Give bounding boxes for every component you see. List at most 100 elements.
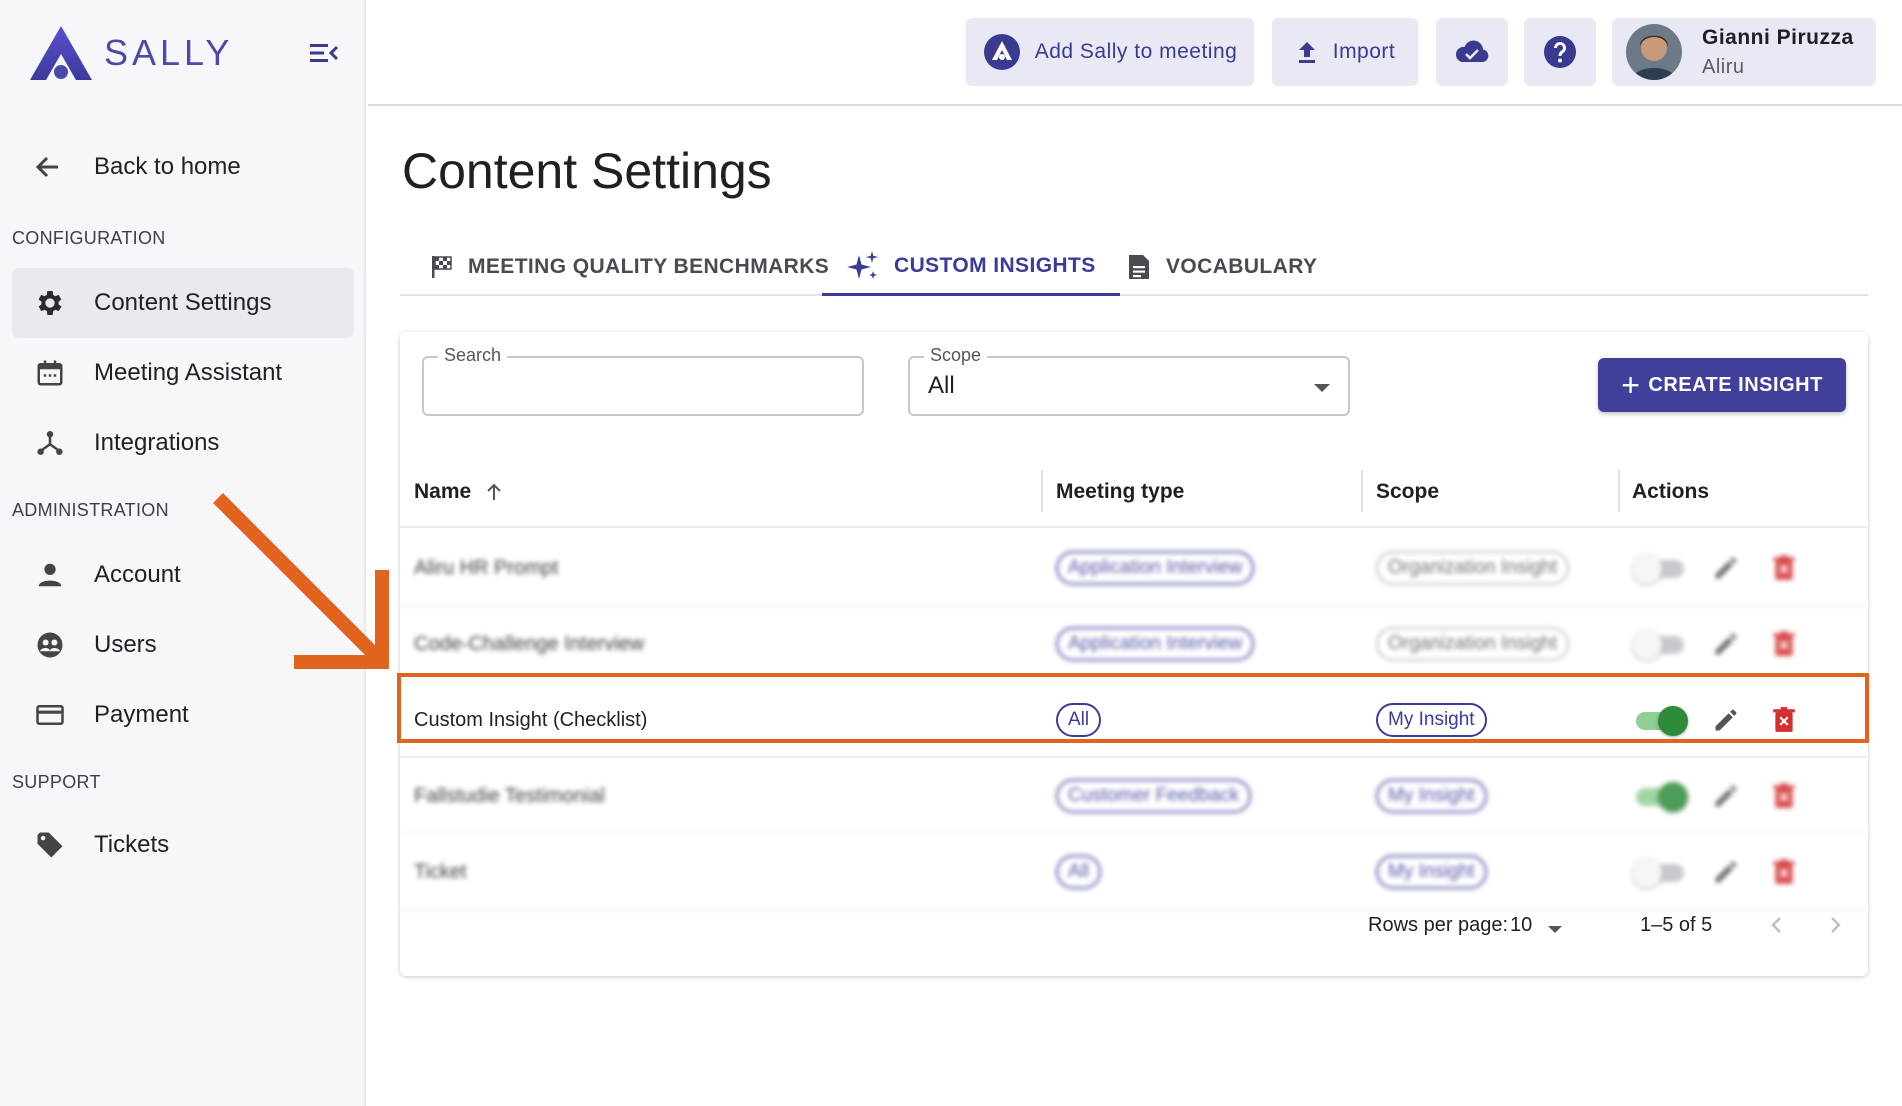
tab-label: CUSTOM INSIGHTS xyxy=(894,253,1096,277)
column-header-name[interactable]: Name xyxy=(414,456,505,528)
sidebar-item-content-settings[interactable]: Content Settings xyxy=(12,268,354,338)
create-insight-label: CREATE INSIGHT xyxy=(1648,373,1823,396)
previous-page-icon[interactable] xyxy=(1764,912,1790,943)
menu-collapse-icon xyxy=(310,44,339,62)
brand-logo[interactable]: SALLY xyxy=(28,24,233,82)
tag-icon xyxy=(32,827,68,863)
scope-chip: Organization Insight xyxy=(1376,627,1569,661)
insight-name: Code-Challenge Interview xyxy=(414,632,645,655)
pagination: Rows per page: 10 1–5 of 5 xyxy=(400,892,1868,958)
section-configuration: CONFIGURATION xyxy=(12,228,166,248)
avatar xyxy=(1626,24,1682,80)
delete-icon[interactable] xyxy=(1768,628,1800,660)
insight-name: Custom Insight (Checklist) xyxy=(414,708,648,731)
sidebar-item-meeting-assistant[interactable]: Meeting Assistant xyxy=(12,338,354,408)
insights-card: Search Scope All + CREATE INSIGHT Name M… xyxy=(400,332,1868,976)
tab-vocabulary[interactable]: VOCABULARY xyxy=(1126,238,1317,296)
pagination-range: 1–5 of 5 xyxy=(1640,914,1713,936)
add-sally-label: Add Sally to meeting xyxy=(1034,40,1238,63)
create-insight-button[interactable]: + CREATE INSIGHT xyxy=(1598,358,1846,412)
enable-toggle[interactable] xyxy=(1632,780,1688,812)
scope-chip: My Insight xyxy=(1376,855,1487,889)
column-separator xyxy=(1041,470,1043,512)
add-sally-to-meeting-button[interactable]: Add Sally to meeting xyxy=(966,18,1254,86)
sidebar-item-label: Tickets xyxy=(94,831,170,858)
help-button[interactable] xyxy=(1524,18,1596,86)
edit-icon[interactable] xyxy=(1710,704,1742,736)
meeting-type-chip: Customer Feedback xyxy=(1056,779,1252,813)
rows-per-page-select[interactable]: 10 xyxy=(1510,906,1572,946)
import-button[interactable]: Import xyxy=(1272,18,1418,86)
meeting-type-chip: Application Interview xyxy=(1056,627,1255,661)
rows-per-page-label: Rows per page: xyxy=(1368,914,1509,936)
table-row[interactable]: Fallstudie Testimonial Customer Feedback… xyxy=(400,758,1868,834)
enable-toggle[interactable] xyxy=(1632,628,1688,660)
edit-icon[interactable] xyxy=(1710,552,1742,584)
cloud-check-icon xyxy=(1454,38,1490,66)
scope-chip: Organization Insight xyxy=(1376,551,1569,585)
credit-card-icon xyxy=(32,697,68,733)
next-page-icon[interactable] xyxy=(1822,912,1848,943)
sparkle-icon xyxy=(846,249,880,283)
sidebar-item-label: Account xyxy=(94,561,181,588)
delete-icon[interactable] xyxy=(1768,552,1800,584)
search-field[interactable]: Search xyxy=(422,345,864,416)
sidebar-item-tickets[interactable]: Tickets xyxy=(12,810,354,880)
delete-icon[interactable] xyxy=(1768,780,1800,812)
sidebar-item-payment[interactable]: Payment xyxy=(12,680,354,750)
meeting-type-chip: Application Interview xyxy=(1056,551,1255,585)
delete-icon[interactable] xyxy=(1768,704,1800,736)
users-icon xyxy=(32,627,68,663)
table-row[interactable]: Aliru HR Prompt Application Interview Or… xyxy=(400,530,1868,606)
sidebar-item-users[interactable]: Users xyxy=(12,610,354,680)
top-header: Add Sally to meeting Import Gianni Piruz… xyxy=(368,0,1902,106)
scope-value: All xyxy=(928,372,955,399)
scope-label: Scope xyxy=(924,345,988,366)
enable-toggle[interactable] xyxy=(1632,552,1688,584)
search-input[interactable] xyxy=(424,358,862,414)
column-title: Name xyxy=(414,480,472,503)
sort-ascending-icon[interactable] xyxy=(483,481,505,503)
column-header-scope[interactable]: Scope xyxy=(1376,456,1439,528)
rows-per-page-value: 10 xyxy=(1510,914,1533,936)
section-support: SUPPORT xyxy=(12,772,101,792)
edit-icon[interactable] xyxy=(1710,780,1742,812)
document-icon xyxy=(1126,253,1152,281)
scope-chip: My Insight xyxy=(1376,779,1487,813)
sally-badge-icon xyxy=(983,33,1021,71)
enable-toggle[interactable] xyxy=(1632,856,1688,888)
sidebar-item-integrations[interactable]: Integrations xyxy=(12,408,354,478)
edit-icon[interactable] xyxy=(1710,856,1742,888)
back-to-home-label: Back to home xyxy=(94,153,241,180)
integrations-icon xyxy=(32,425,68,461)
insight-name: Aliru HR Prompt xyxy=(414,556,559,579)
meeting-type-chip: All xyxy=(1056,855,1102,889)
tab-custom-insights[interactable]: CUSTOM INSIGHTS xyxy=(822,238,1120,296)
cloud-sync-button[interactable] xyxy=(1436,18,1508,86)
brand-name: SALLY xyxy=(104,32,234,73)
sally-logo-icon xyxy=(30,26,92,80)
sidebar-item-account[interactable]: Account xyxy=(12,540,354,610)
sidebar-item-label: Payment xyxy=(94,701,189,728)
settings-tabs: MEETING QUALITY BENCHMARKS CUSTOM INSIGH… xyxy=(400,238,1868,296)
back-to-home-link[interactable]: Back to home xyxy=(30,145,241,189)
column-separator xyxy=(1618,470,1620,512)
arrow-left-icon xyxy=(30,149,66,185)
user-menu-button[interactable]: Gianni Piruzza Aliru xyxy=(1612,18,1876,86)
delete-icon[interactable] xyxy=(1768,856,1800,888)
column-header-actions: Actions xyxy=(1632,480,1710,503)
scope-select[interactable]: Scope All xyxy=(908,345,1350,416)
upload-icon xyxy=(1295,39,1319,65)
table-row-highlighted[interactable]: Custom Insight (Checklist) All My Insigh… xyxy=(400,682,1868,758)
column-header-meeting-type[interactable]: Meeting type xyxy=(1056,456,1184,528)
tab-meeting-quality-benchmarks[interactable]: MEETING QUALITY BENCHMARKS xyxy=(430,238,829,296)
section-administration: ADMINISTRATION xyxy=(12,500,169,520)
tab-label: MEETING QUALITY BENCHMARKS xyxy=(468,255,830,278)
edit-icon[interactable] xyxy=(1710,628,1742,660)
caret-down-icon xyxy=(1548,926,1562,933)
enable-toggle[interactable] xyxy=(1632,704,1688,736)
table-row[interactable]: Code-Challenge Interview Application Int… xyxy=(400,606,1868,682)
calendar-icon xyxy=(32,355,68,391)
user-organization: Aliru xyxy=(1702,55,1745,78)
collapse-sidebar-button[interactable] xyxy=(306,38,340,68)
